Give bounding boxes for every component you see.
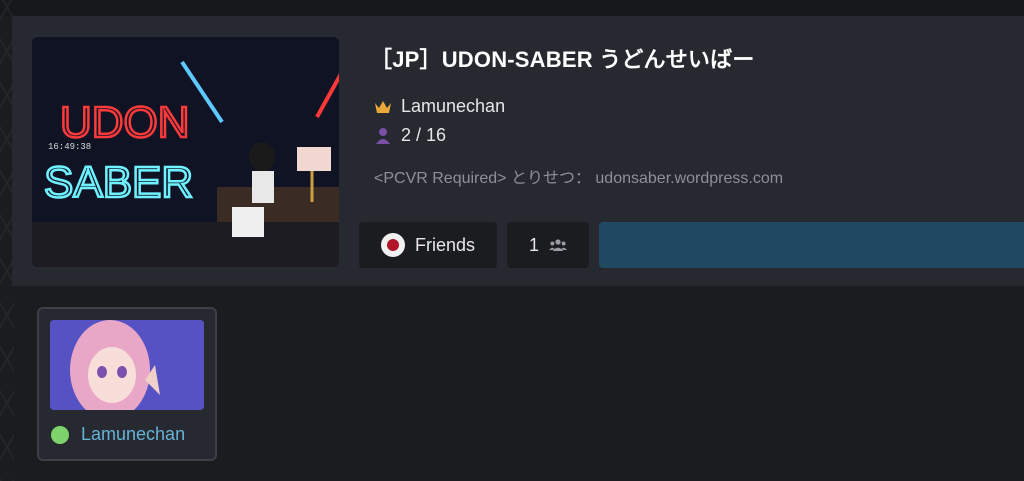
friend-name[interactable]: Lamunechan xyxy=(81,424,185,445)
thumbnail-clock: 16:49:38 xyxy=(48,142,91,152)
thumbnail-text-saber: SABER xyxy=(44,158,193,207)
world-thumbnail[interactable]: UDON SABER 16:49:38 xyxy=(32,37,339,267)
world-description: <PCVR Required> とりせつ： udonsaber.wordpres… xyxy=(374,170,784,187)
world-capacity: 2 / 16 xyxy=(401,125,447,145)
friend-count-button[interactable]: 1 xyxy=(507,222,589,268)
person-icon xyxy=(374,127,392,145)
avatar xyxy=(50,320,204,410)
friends-filter-button[interactable]: Friends xyxy=(359,222,497,268)
world-author: Lamunechan xyxy=(401,96,506,116)
world-title: ［JP］UDON-SABER うどんせいばー xyxy=(370,47,755,72)
world-capacity-row: 2 / 16 xyxy=(374,125,446,146)
friend-count-label: 1 xyxy=(528,234,539,255)
top-strip xyxy=(0,0,1024,16)
online-status-icon xyxy=(51,426,69,444)
crown-icon xyxy=(374,98,392,116)
world-thumbnail-art: UDON SABER 16:49:38 xyxy=(32,37,339,267)
friends-filter-label: Friends xyxy=(414,234,476,255)
avatar-art xyxy=(50,320,204,410)
world-author-row[interactable]: Lamunechan xyxy=(374,96,505,117)
thumbnail-text-udon: UDON xyxy=(60,98,190,147)
launch-button[interactable] xyxy=(599,222,1024,268)
friends-dot-icon xyxy=(380,233,405,257)
friend-card[interactable]: Lamunechan xyxy=(37,307,217,461)
group-icon xyxy=(549,236,567,254)
